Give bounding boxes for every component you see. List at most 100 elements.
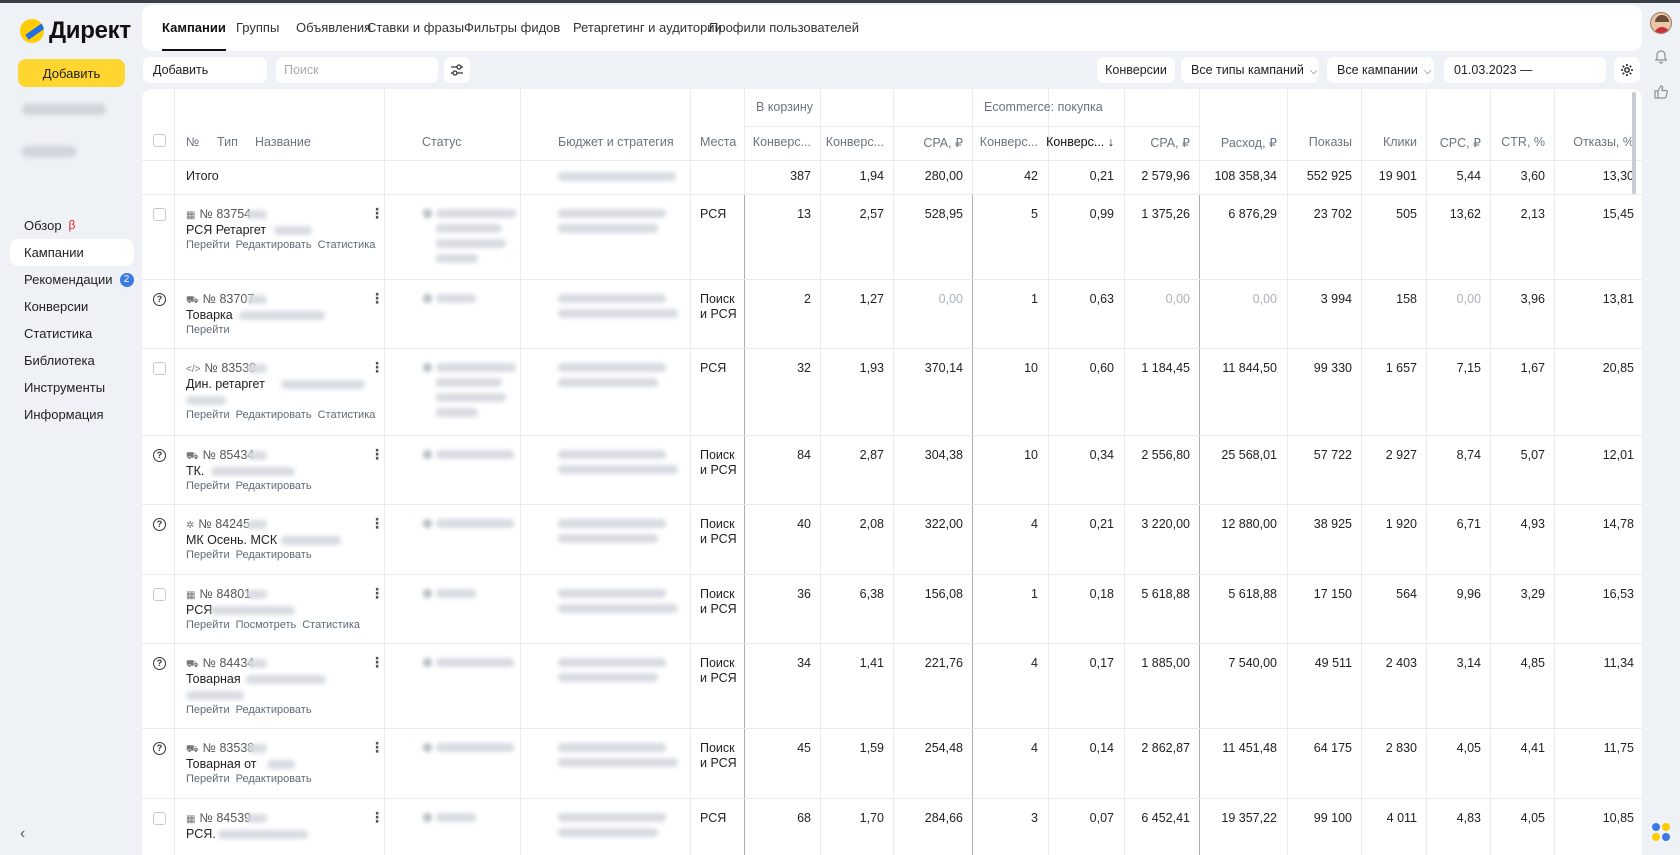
campaign-number[interactable]: </> № 83539 [186,361,256,375]
edit-link[interactable]: Редактировать [236,549,312,561]
sidebar-item-6[interactable]: Инструменты [10,374,134,401]
header-clicks[interactable]: Клики [1347,135,1417,149]
header-spend[interactable]: Расход, ₽ [1207,135,1277,150]
view-link[interactable]: Посмотреть [236,619,297,631]
filter-settings-button[interactable] [444,57,470,83]
campaign-name[interactable]: МК Осень. МСК [186,533,277,547]
user-avatar[interactable] [1650,12,1672,34]
go-link[interactable]: Перейти [186,324,230,336]
header-places[interactable]: Места [700,135,736,149]
more-options-icon[interactable]: ⋮ [370,446,384,463]
header-convr2[interactable]: Конверс... ↓ [1044,135,1114,149]
go-link[interactable]: Перейти [186,549,230,561]
edit-link[interactable]: Редактировать [236,239,312,251]
tab-0[interactable]: Кампании [162,5,226,51]
header-num[interactable]: № [186,135,199,149]
more-options-icon[interactable]: ⋮ [370,654,384,671]
date-range-select[interactable]: 01.03.2023 — 30.04.2023⌵ [1444,57,1606,103]
campaign-name[interactable]: Товарка [186,308,233,322]
campaign-number[interactable]: ✲ № 84245 [186,517,250,531]
header-bounce[interactable]: Отказы, % [1564,135,1634,149]
more-options-icon[interactable]: ⋮ [370,739,384,756]
bell-icon[interactable] [1653,49,1669,65]
more-options-icon[interactable]: ⋮ [370,809,384,826]
add-campaign-button[interactable]: Добавить кампанию [143,57,267,103]
tab-2[interactable]: Объявления [296,5,371,51]
header-budget[interactable]: Бюджет и стратегия [558,135,674,149]
go-link[interactable]: Перейти [186,773,230,785]
help-icon[interactable]: ? [153,742,166,755]
more-options-icon[interactable]: ⋮ [370,290,384,307]
campaign-name[interactable]: РСЯ Ретаргет [186,223,266,237]
sidebar-item-3[interactable]: Конверсии [10,293,134,320]
row-checkbox[interactable] [153,588,166,601]
header-status[interactable]: Статус [422,135,462,149]
more-options-icon[interactable]: ⋮ [370,515,384,532]
apps-icon[interactable] [1652,823,1672,843]
help-icon[interactable]: ? [153,518,166,531]
tab-1[interactable]: Группы [236,5,279,51]
header-convr1[interactable]: Конверс... [814,135,884,149]
campaign-number[interactable]: ⛟ № 83538 [186,741,254,757]
campaign-name[interactable]: ТК. [186,464,204,478]
campaign-number[interactable]: ▦ № 84801 [186,587,251,601]
tab-4[interactable]: Фильтры фидов [464,5,560,51]
row-checkbox[interactable] [153,208,166,221]
go-link[interactable]: Перейти [186,409,230,421]
row-checkbox[interactable] [153,362,166,375]
header-impr[interactable]: Показы [1282,135,1352,149]
sidebar-item-1[interactable]: Кампании [10,239,134,266]
campaign-number[interactable]: ▦ № 83754 [186,207,251,221]
table-scrollbar[interactable] [1632,92,1636,194]
campaign-name[interactable]: Товарная [186,672,241,686]
sidebar-item-7[interactable]: Информация [10,401,134,428]
sidebar-item-4[interactable]: Статистика [10,320,134,347]
edit-link[interactable]: Редактировать [236,773,312,785]
campaign-number[interactable]: ▦ № 84539 [186,811,251,825]
help-icon[interactable]: ? [153,449,166,462]
header-cpc[interactable]: CPC, ₽ [1411,135,1481,150]
sidebar-item-0[interactable]: Обзор β [10,212,134,239]
campaign-number[interactable]: ⛟ № 84434 [186,656,254,672]
table-settings-button[interactable] [1614,57,1640,83]
campaign-number[interactable]: ⛟ № 83707 [186,292,254,308]
edit-link[interactable]: Редактировать [236,409,312,421]
stats-link[interactable]: Статистика [302,619,360,631]
header-conv1[interactable]: Конверс... [741,135,811,149]
campaign-name[interactable]: РСЯ. [186,827,216,841]
header-cpa1[interactable]: CPA, ₽ [893,135,963,150]
row-checkbox[interactable] [153,812,166,825]
campaign-number[interactable]: ⛟ № 85434 [186,448,254,464]
header-cpa2[interactable]: CPA, ₽ [1120,135,1190,150]
go-link[interactable]: Перейти [186,239,230,251]
collapse-sidebar-icon[interactable]: ‹ [20,825,25,843]
campaign-name[interactable]: РСЯ [186,603,212,617]
more-options-icon[interactable]: ⋮ [370,585,384,602]
search-input[interactable] [276,57,438,83]
sidebar-item-5[interactable]: Библиотека [10,347,134,374]
go-link[interactable]: Перейти [186,480,230,492]
help-icon[interactable]: ? [153,657,166,670]
go-link[interactable]: Перейти [186,704,230,716]
campaign-name[interactable]: Товарная от [186,757,257,771]
tab-5[interactable]: Ретаргетинг и аудитории [573,5,722,51]
stats-link[interactable]: Статистика [318,409,376,421]
help-icon[interactable]: ? [153,293,166,306]
edit-link[interactable]: Редактировать [236,704,312,716]
header-ctr[interactable]: CTR, % [1475,135,1545,149]
select-all-checkbox[interactable] [153,134,166,147]
header-type[interactable]: Тип [217,135,238,149]
campaign-name[interactable]: Дин. ретаргет [186,377,265,391]
all-campaigns-select[interactable]: Все кампании ⌵ [1327,57,1434,83]
edit-link[interactable]: Редактировать [236,480,312,492]
go-link[interactable]: Перейти [186,619,230,631]
tab-6[interactable]: Профили пользователей [709,5,859,51]
stats-link[interactable]: Статистика [318,239,376,251]
more-options-icon[interactable]: ⋮ [370,359,384,376]
logo[interactable]: Директ [20,17,131,45]
conversions-button[interactable]: Конверсии [1097,57,1175,83]
add-button[interactable]: Добавить [18,59,125,87]
sidebar-item-2[interactable]: Рекомендации 2 [10,266,134,293]
header-name[interactable]: Название [255,135,311,149]
thumbs-up-icon[interactable] [1653,84,1669,100]
